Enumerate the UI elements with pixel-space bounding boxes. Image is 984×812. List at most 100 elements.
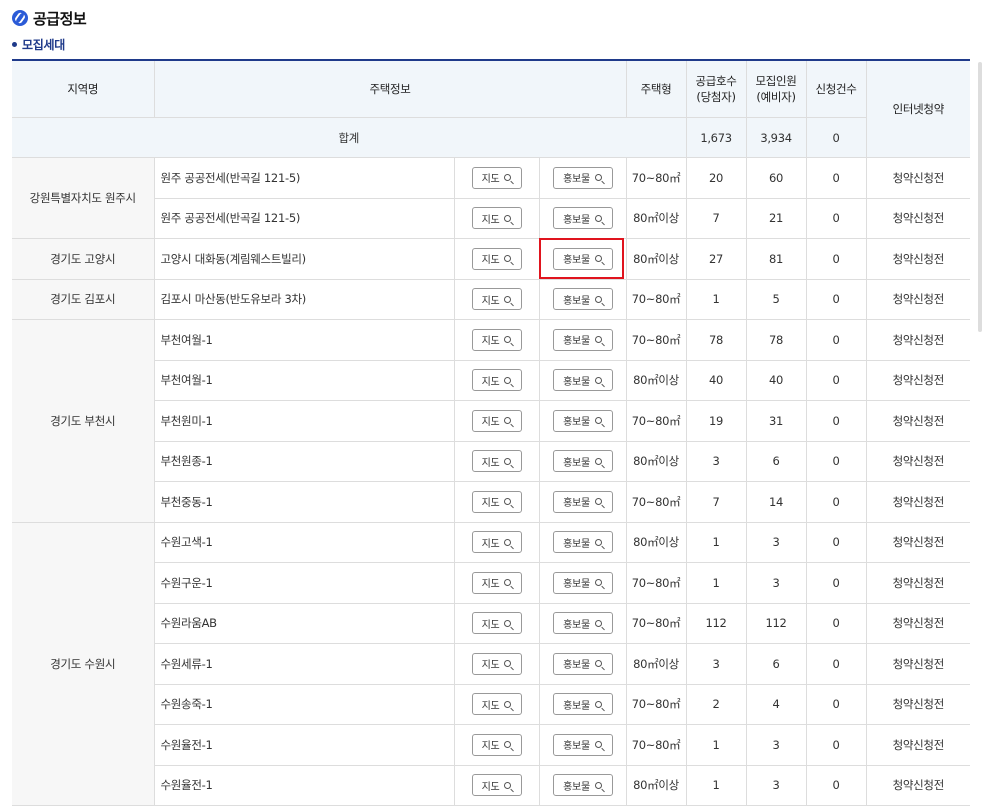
- map-button[interactable]: 지도: [471, 450, 522, 473]
- promo-button[interactable]: 홍보물: [552, 328, 613, 351]
- region-cell: 경기도 수원시: [12, 522, 154, 806]
- map-button[interactable]: 지도: [471, 612, 522, 635]
- promo-button[interactable]: 홍보물: [552, 571, 613, 594]
- map-button[interactable]: 지도: [471, 693, 522, 716]
- promo-cell: 홍보물: [538, 522, 627, 563]
- housing-name: 원주 공공전세(반곡길 121-5): [153, 157, 454, 199]
- header-internet: 인터넷청약: [865, 61, 970, 158]
- search-icon: [504, 174, 512, 182]
- application-count: 0: [805, 441, 867, 482]
- map-button[interactable]: 지도: [471, 531, 522, 554]
- promo-button[interactable]: 홍보물: [552, 652, 613, 675]
- promo-cell: 홍보물: [538, 400, 627, 442]
- recruit-count: 78: [745, 319, 807, 361]
- promo-button[interactable]: 홍보물: [552, 450, 613, 473]
- search-icon: [504, 336, 512, 344]
- map-button[interactable]: 지도: [471, 247, 522, 270]
- supply-count: 1: [685, 522, 747, 563]
- region-cell: 강원특별자치도 원주시: [12, 157, 154, 239]
- search-icon: [594, 417, 602, 425]
- search-icon: [594, 295, 602, 303]
- section-subtitle-text: 모집세대: [22, 38, 65, 52]
- map-cell: 지도: [453, 562, 539, 604]
- promo-cell: 홍보물: [538, 319, 627, 361]
- promo-button[interactable]: 홍보물: [552, 612, 613, 635]
- search-icon: [504, 417, 512, 425]
- recruit-count: 112: [745, 603, 807, 644]
- map-button-label: 지도: [481, 538, 500, 550]
- map-button[interactable]: 지도: [471, 166, 522, 189]
- housing-name: 김포시 마산동(반도유보라 3차): [153, 279, 454, 320]
- map-button[interactable]: 지도: [471, 733, 522, 756]
- promo-cell: 홍보물: [538, 157, 627, 199]
- map-button-label: 지도: [481, 417, 500, 429]
- map-button[interactable]: 지도: [471, 328, 522, 351]
- recruit-count: 5: [745, 279, 807, 320]
- supply-count: 3: [685, 441, 747, 482]
- map-button[interactable]: 지도: [471, 652, 522, 675]
- recruit-count: 21: [745, 198, 807, 239]
- promo-button[interactable]: 홍보물: [552, 490, 613, 513]
- internet-status: 청약신청전: [865, 198, 970, 239]
- internet-status: 청약신청전: [865, 603, 970, 644]
- map-button-label: 지도: [481, 457, 500, 469]
- map-button[interactable]: 지도: [471, 409, 522, 432]
- supply-count: 2: [685, 684, 747, 725]
- promo-cell: 홍보물: [538, 724, 627, 766]
- housing-type: 70~80㎡: [625, 562, 687, 604]
- promo-cell: 홍보물: [538, 562, 627, 604]
- search-icon: [504, 781, 512, 789]
- promo-cell: 홍보물: [538, 765, 627, 806]
- header-region: 지역명: [12, 61, 154, 118]
- map-button[interactable]: 지도: [471, 571, 522, 594]
- promo-button-label: 홍보물: [563, 457, 590, 469]
- map-cell: 지도: [453, 238, 539, 280]
- promo-button[interactable]: 홍보물: [552, 531, 613, 554]
- map-cell: 지도: [453, 603, 539, 644]
- region-cell: 경기도 부천시: [12, 319, 154, 523]
- application-count: 0: [805, 400, 867, 442]
- supply-count: 3: [685, 643, 747, 685]
- promo-button[interactable]: 홍보물: [552, 247, 613, 270]
- summary-label: 합계: [12, 117, 687, 158]
- promo-button[interactable]: 홍보물: [552, 409, 613, 432]
- map-cell: 지도: [453, 684, 539, 725]
- map-button[interactable]: 지도: [471, 369, 522, 392]
- table-row: 수원율전-1 지도 홍보물 70~80㎡ 1 3 0 청약신청전: [12, 724, 970, 766]
- table-row: 강원특별자치도 원주시 원주 공공전세(반곡길 121-5) 지도 홍보물 70~80㎡…: [12, 157, 970, 239]
- promo-button[interactable]: 홍보물: [552, 774, 613, 797]
- application-count: 0: [805, 765, 867, 806]
- map-button[interactable]: 지도: [471, 288, 522, 311]
- recruit-count: 60: [745, 157, 807, 199]
- promo-button[interactable]: 홍보물: [552, 207, 613, 230]
- promo-button-label: 홍보물: [563, 538, 590, 550]
- map-button[interactable]: 지도: [471, 207, 522, 230]
- table-row: 부천원미-1 지도 홍보물 70~80㎡ 19 31 0 청약신청전: [12, 400, 970, 442]
- map-button[interactable]: 지도: [471, 490, 522, 513]
- promo-button[interactable]: 홍보물: [552, 733, 613, 756]
- housing-type: 70~80㎡: [625, 603, 687, 644]
- promo-button[interactable]: 홍보물: [552, 288, 613, 311]
- search-icon: [594, 214, 602, 222]
- search-icon: [504, 457, 512, 465]
- promo-button-label: 홍보물: [563, 741, 590, 753]
- search-icon: [504, 660, 512, 668]
- scrollbar[interactable]: [978, 62, 982, 332]
- promo-button[interactable]: 홍보물: [552, 166, 613, 189]
- application-count: 0: [805, 157, 867, 199]
- search-icon: [594, 498, 602, 506]
- recruit-count: 3: [745, 724, 807, 766]
- table-row: 부천원종-1 지도 홍보물 80㎡이상 3 6 0 청약신청전: [12, 441, 970, 482]
- search-icon: [594, 579, 602, 587]
- promo-button[interactable]: 홍보물: [552, 369, 613, 392]
- promo-button-label: 홍보물: [563, 619, 590, 631]
- map-button[interactable]: 지도: [471, 774, 522, 797]
- application-count: 0: [805, 238, 867, 280]
- promo-button-label: 홍보물: [563, 214, 590, 226]
- map-cell: 지도: [453, 481, 539, 523]
- housing-name: 수원율전-1: [153, 724, 454, 766]
- application-count: 0: [805, 198, 867, 239]
- promo-button-label: 홍보물: [563, 295, 590, 307]
- housing-type: 70~80㎡: [625, 279, 687, 320]
- promo-button[interactable]: 홍보물: [552, 693, 613, 716]
